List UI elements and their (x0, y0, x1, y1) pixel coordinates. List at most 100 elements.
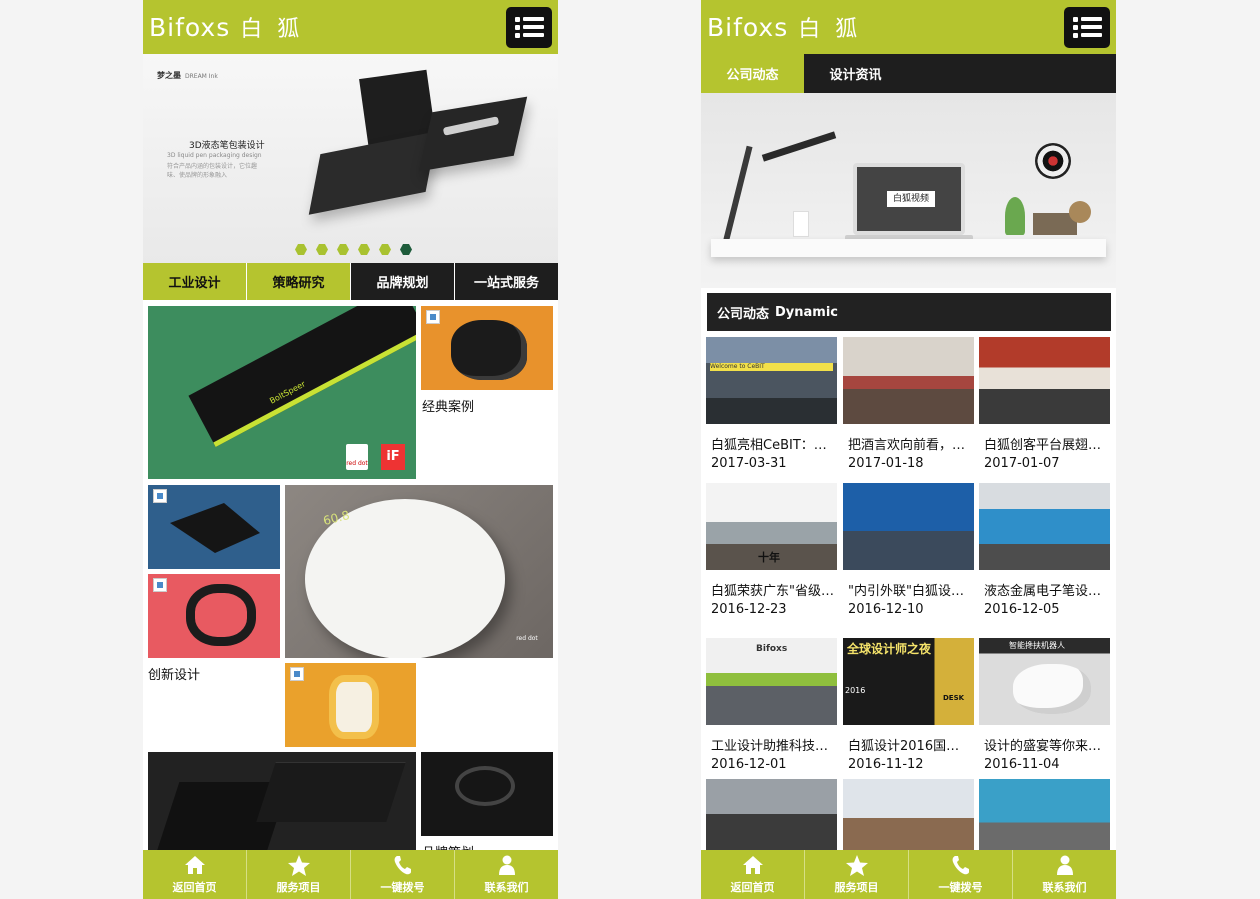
red-dot-award-badge: red dot (346, 444, 368, 470)
news-item[interactable]: "内引外联"白狐设计签约 2016-12-10 (843, 483, 974, 617)
if-award-badge: iF (381, 444, 405, 470)
nav-call[interactable]: 一键拨号 (351, 850, 455, 899)
nav-label: 服务项目 (276, 881, 321, 894)
portfolio-tile-watch[interactable] (285, 663, 416, 747)
star-icon (845, 854, 868, 876)
news-date: 2016-12-23 (711, 602, 787, 617)
news-item[interactable]: 液态金属电子笔设计获奖 2016-12-05 (979, 483, 1110, 617)
nav-contact[interactable]: 联系我们 (455, 850, 558, 899)
header-bar: Bifoxs 白 狐 (143, 0, 558, 54)
menu-button[interactable] (506, 7, 552, 48)
carousel-dot[interactable] (358, 244, 370, 255)
phone-icon (392, 854, 414, 876)
portfolio-tile-scale[interactable]: 60.8 red dot (285, 485, 553, 658)
news-thumbnail: Welcome to CeBIT (706, 337, 837, 424)
category-label-classic[interactable]: 经典案例 (422, 396, 474, 415)
thumbnail-text: 智能搀扶机器人 (1009, 641, 1065, 650)
hero-sign-text: 白狐视频 (887, 191, 935, 207)
dartboard-image (1035, 143, 1071, 179)
news-title: 液态金属电子笔设计获奖 (984, 584, 1108, 599)
portfolio-tile-router[interactable] (148, 485, 280, 569)
tab-industrial-design[interactable]: 工业设计 (143, 263, 247, 300)
news-item[interactable]: Welcome to CeBIT 白狐亮相CeBIT：德国汉诺威 2017-03… (706, 337, 837, 471)
nav-label: 服务项目 (834, 881, 879, 894)
news-item[interactable]: Bifoxs 工业设计助推科技创新发展 2016-12-01 (706, 638, 837, 772)
menu-icon-dot (515, 33, 520, 38)
carousel-dot-active[interactable] (400, 244, 412, 255)
nav-services[interactable]: 服务项目 (247, 850, 351, 899)
section-title-cn: 公司动态 (717, 306, 770, 322)
tab-brand-planning[interactable]: 品牌规划 (351, 263, 455, 300)
portfolio-tile-mouse[interactable] (421, 306, 553, 390)
thumbnail-banner-text: Welcome to CeBIT (710, 363, 833, 371)
nav-label: 返回首页 (172, 881, 217, 894)
logo[interactable]: Bifoxs 白 狐 (707, 10, 861, 44)
portfolio-tile-powerbank[interactable]: BoltSpeer red dot iF (148, 306, 416, 479)
laptop-screen-image: 白狐视频 (853, 163, 965, 235)
nav-label: 联系我们 (1042, 881, 1087, 894)
left-mobile-page: Bifoxs 白 狐 梦之墨 DREAM Ink 3D液态笔包装设计 3D liq… (143, 0, 558, 899)
tab-one-stop-service[interactable]: 一站式服务 (455, 263, 558, 300)
hero-banner[interactable]: 白狐视频 (701, 93, 1116, 288)
pencil-cup-image (793, 211, 809, 237)
thumbnail-year: 2016 (845, 686, 866, 695)
banner-description: 符合产品内涵的包装设计，它位趣味、使品牌的形象融入 (167, 163, 258, 179)
carousel-dot[interactable] (379, 244, 391, 255)
menu-icon-dot (1073, 33, 1078, 38)
thumbnail-text: Bifoxs (756, 644, 788, 654)
tab-company-news[interactable]: 公司动态 (701, 54, 804, 93)
kids-watch-image (329, 675, 379, 739)
nav-contact[interactable]: 联系我们 (1013, 850, 1116, 899)
news-title: 工业设计助推科技创新发展 (711, 739, 835, 754)
package-tray-image (418, 96, 528, 172)
portfolio-tile-pen-box[interactable] (148, 752, 416, 850)
news-date: 2017-01-18 (848, 456, 924, 471)
nav-call[interactable]: 一键拨号 (909, 850, 1013, 899)
thumbnail-text: 十年 (758, 551, 780, 564)
carousel-dot[interactable] (295, 244, 307, 255)
thumbnail-text: 全球设计师之夜 (847, 642, 932, 656)
bottom-navigation: 返回首页 服务项目 一键拨号 联系我们 (143, 850, 558, 899)
nav-label: 返回首页 (730, 881, 775, 894)
menu-icon-line (523, 25, 544, 29)
menu-icon-line (1081, 33, 1102, 37)
news-date: 2016-12-05 (984, 602, 1060, 617)
news-item[interactable]: 全球设计师之夜 2016 DESK 白狐设计2016国际设计师之夜 2016-1… (843, 638, 974, 772)
banner-carousel[interactable]: 梦之墨 DREAM Ink 3D液态笔包装设计 3D liquid pen pac… (143, 54, 558, 263)
news-item[interactable]: 把酒言欢向前看，白狐年会 2017-01-18 (843, 337, 974, 471)
news-item[interactable]: 智能搀扶机器人 设计的盛宴等你来参加 2016-11-04 (979, 638, 1110, 772)
nav-services[interactable]: 服务项目 (805, 850, 909, 899)
nav-home[interactable]: 返回首页 (701, 850, 805, 899)
package-box-image (308, 131, 438, 215)
news-title: 白狐设计2016国际设计师之夜 (848, 739, 972, 754)
nav-label: 一键拨号 (380, 881, 425, 894)
logo-text-en: Bifoxs (707, 12, 789, 42)
logo[interactable]: Bifoxs 白 狐 (149, 10, 303, 44)
banner-brand-sub: DREAM Ink (185, 73, 218, 80)
news-title: 白狐荣获广东"省级工业设计中心" (711, 584, 835, 599)
user-icon (1054, 854, 1076, 876)
carousel-dot[interactable] (316, 244, 328, 255)
thumbnail-desk-text: DESK (943, 694, 965, 702)
right-mobile-page: Bifoxs 白 狐 公司动态 设计资讯 白狐视频 公司动态 Dynamic W… (701, 0, 1116, 899)
carousel-dot[interactable] (337, 244, 349, 255)
menu-icon-dot (515, 17, 520, 22)
news-item[interactable]: 十年 白狐荣获广东"省级工业设计中心" 2016-12-23 (706, 483, 837, 617)
portfolio-tile-earphone[interactable] (421, 752, 553, 836)
news-item[interactable]: 白狐创客平台展翅高飞 2017-01-07 (979, 337, 1110, 471)
product-badge-icon (153, 489, 167, 503)
news-date: 2016-12-01 (711, 757, 787, 772)
category-label-innovation[interactable]: 创新设计 (148, 664, 200, 683)
news-thumbnail: 智能搀扶机器人 (979, 638, 1110, 725)
user-icon (496, 854, 518, 876)
news-thumbnail (979, 483, 1110, 570)
menu-button[interactable] (1064, 7, 1110, 48)
news-title: 白狐创客平台展翅高飞 (984, 438, 1108, 453)
portfolio-tile-band[interactable] (148, 574, 280, 658)
news-date: 2016-12-10 (848, 602, 924, 617)
globe-image (1069, 201, 1091, 223)
nav-home[interactable]: 返回首页 (143, 850, 247, 899)
tab-strategy-research[interactable]: 策略研究 (247, 263, 351, 300)
tab-design-info[interactable]: 设计资讯 (804, 54, 907, 93)
banner-title: 3D液态笔包装设计 (189, 141, 265, 151)
